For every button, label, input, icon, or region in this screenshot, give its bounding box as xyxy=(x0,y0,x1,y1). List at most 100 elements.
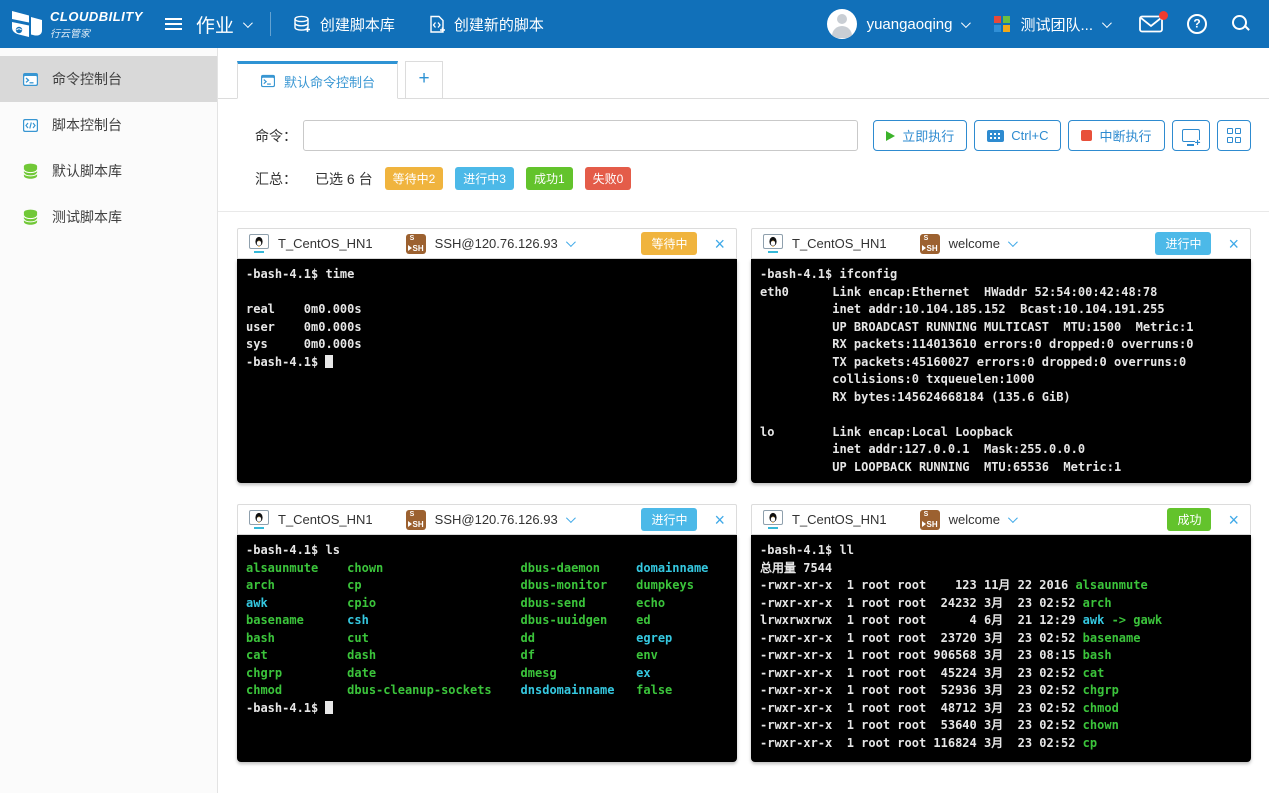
divider xyxy=(270,12,271,36)
tab-bar: 默认命令控制台 + xyxy=(218,48,1269,99)
host-name: T_CentOS_HN1 xyxy=(792,512,887,527)
database-icon xyxy=(22,209,39,225)
command-input[interactable] xyxy=(303,120,858,151)
run-now-label: 立即执行 xyxy=(902,126,954,145)
panel-header: T_CentOS_HN1 welcome 成功 × xyxy=(751,504,1251,535)
sidebar: 命令控制台 脚本控制台 默认脚本库 xyxy=(0,48,218,793)
abort-button[interactable]: 中断执行 xyxy=(1068,120,1164,151)
search-button[interactable] xyxy=(1231,14,1251,34)
layout-grid-button[interactable] xyxy=(1217,120,1252,151)
terminal-window-icon xyxy=(22,72,39,87)
command-label: 命令： xyxy=(255,126,297,146)
ssh-session-icon xyxy=(920,510,940,530)
host-name: T_CentOS_HN1 xyxy=(278,512,373,527)
database-plus-icon xyxy=(293,15,312,34)
terminal-window-icon xyxy=(260,74,276,88)
session-label[interactable]: SSH@120.76.126.93 xyxy=(435,236,558,251)
topbar-right: yuangaoqing 测试团队... xyxy=(827,9,1251,39)
tab-default-command-console[interactable]: 默认命令控制台 xyxy=(237,61,398,99)
ssh-session-icon xyxy=(920,234,940,254)
monitor-plus-icon xyxy=(1182,129,1200,142)
play-icon xyxy=(886,131,895,141)
create-script-button[interactable]: 创建新的脚本 xyxy=(429,14,544,35)
help-button[interactable] xyxy=(1187,14,1207,34)
summary-label: 汇总： xyxy=(255,169,297,189)
create-script-lib-button[interactable]: 创建脚本库 xyxy=(293,14,395,35)
chevron-down-icon[interactable] xyxy=(566,513,576,523)
user-menu[interactable]: yuangaoqing xyxy=(867,16,953,33)
divider xyxy=(218,211,1269,212)
team-menu[interactable]: 测试团队... xyxy=(1020,14,1093,35)
create-script-label: 创建新的脚本 xyxy=(454,14,544,35)
ssh-session-icon xyxy=(406,234,426,254)
main-content: 默认命令控制台 + 命令： 立即执行 Ctrl+C 中断执行 汇总： 已选 6 … xyxy=(218,48,1269,793)
sidebar-item-label: 测试脚本库 xyxy=(52,207,122,227)
terminal-panel: T_CentOS_HN1 welcome 成功 × -bash-4.1$ ll总… xyxy=(751,504,1251,762)
status-badge: 进行中 xyxy=(641,508,697,531)
session-label[interactable]: welcome xyxy=(949,512,1000,527)
command-row: 命令： 立即执行 Ctrl+C 中断执行 xyxy=(255,120,1251,151)
create-script-lib-label: 创建脚本库 xyxy=(320,14,395,35)
topbar: CLOUDBILITY 行云管家 作业 创建脚本库 创建新的脚本 xyxy=(0,0,1269,48)
abort-label: 中断执行 xyxy=(1099,126,1151,145)
panel-header: T_CentOS_HN1 welcome 进行中 × xyxy=(751,228,1251,259)
database-icon xyxy=(22,163,39,179)
sidebar-item-test-script-lib[interactable]: 测试脚本库 xyxy=(0,194,217,240)
terminal-panel: T_CentOS_HN1 SSH@120.76.126.93 等待中 × -ba… xyxy=(237,228,737,483)
close-icon[interactable]: × xyxy=(714,511,725,529)
keyboard-icon xyxy=(987,130,1004,142)
hamburger-menu-icon[interactable] xyxy=(165,18,182,30)
summary-row: 汇总： 已选 6 台 等待中2 进行中3 成功1 失败0 xyxy=(255,167,1251,190)
grid-layout-icon xyxy=(1227,128,1242,143)
sidebar-item-command-console[interactable]: 命令控制台 xyxy=(0,56,217,102)
user-avatar[interactable] xyxy=(827,9,857,39)
sidebar-item-script-console[interactable]: 脚本控制台 xyxy=(0,102,217,148)
sidebar-item-label: 命令控制台 xyxy=(52,69,122,89)
host-name: T_CentOS_HN1 xyxy=(792,236,887,251)
notification-dot xyxy=(1159,11,1168,20)
tab-label: 默认命令控制台 xyxy=(284,72,375,91)
close-icon[interactable]: × xyxy=(714,235,725,253)
brand-name: CLOUDBILITY xyxy=(50,9,143,24)
run-now-button[interactable]: 立即执行 xyxy=(873,120,967,151)
status-badge: 成功 xyxy=(1167,508,1211,531)
chevron-down-icon[interactable] xyxy=(1102,18,1112,28)
session-label[interactable]: SSH@120.76.126.93 xyxy=(435,512,558,527)
chevron-down-icon[interactable] xyxy=(1008,237,1018,247)
terminal-output[interactable]: -bash-4.1$ ifconfigeth0 Link encap:Ether… xyxy=(751,259,1251,483)
terminal-output[interactable]: -bash-4.1$ ll总用量 7544-rwxr-xr-x 1 root r… xyxy=(751,535,1251,762)
add-console-button[interactable] xyxy=(1172,120,1210,151)
success-count-badge: 成功1 xyxy=(526,167,573,190)
linux-host-icon xyxy=(249,234,269,253)
terminal-output[interactable]: -bash-4.1$ timereal 0m0.000suser 0m0.000… xyxy=(237,259,737,483)
terminal-output[interactable]: -bash-4.1$ lsalsaunmute chown dbus-daemo… xyxy=(237,535,737,762)
status-badge: 进行中 xyxy=(1155,232,1211,255)
ssh-session-icon xyxy=(406,510,426,530)
close-icon[interactable]: × xyxy=(1228,511,1239,529)
script-window-icon xyxy=(22,118,39,133)
chevron-down-icon[interactable] xyxy=(1008,513,1018,523)
linux-host-icon xyxy=(763,510,783,529)
messages-button[interactable] xyxy=(1139,15,1163,33)
session-label[interactable]: welcome xyxy=(949,236,1000,251)
ctrl-c-button[interactable]: Ctrl+C xyxy=(974,120,1061,151)
sidebar-item-label: 脚本控制台 xyxy=(52,115,122,135)
brand-subtitle: 行云管家 xyxy=(50,25,143,40)
add-tab-button[interactable]: + xyxy=(405,61,443,99)
host-name: T_CentOS_HN1 xyxy=(278,236,373,251)
module-menu-label: 作业 xyxy=(196,11,234,38)
terminal-panel: T_CentOS_HN1 welcome 进行中 × -bash-4.1$ if… xyxy=(751,228,1251,483)
panel-header: T_CentOS_HN1 SSH@120.76.126.93 进行中 × xyxy=(237,504,737,535)
file-plus-icon xyxy=(429,15,446,34)
failed-count-badge: 失败0 xyxy=(585,167,632,190)
chevron-down-icon[interactable] xyxy=(566,237,576,247)
close-icon[interactable]: × xyxy=(1228,235,1239,253)
team-squares-icon[interactable] xyxy=(994,16,1010,32)
module-menu[interactable]: 作业 xyxy=(196,11,250,38)
sidebar-item-default-script-lib[interactable]: 默认脚本库 xyxy=(0,148,217,194)
terminal-panel: T_CentOS_HN1 SSH@120.76.126.93 进行中 × -ba… xyxy=(237,504,737,762)
sidebar-item-label: 默认脚本库 xyxy=(52,161,122,181)
chevron-down-icon[interactable] xyxy=(961,18,971,28)
running-count-badge: 进行中3 xyxy=(455,167,514,190)
app-logo[interactable]: CLOUDBILITY 行云管家 xyxy=(10,8,143,40)
